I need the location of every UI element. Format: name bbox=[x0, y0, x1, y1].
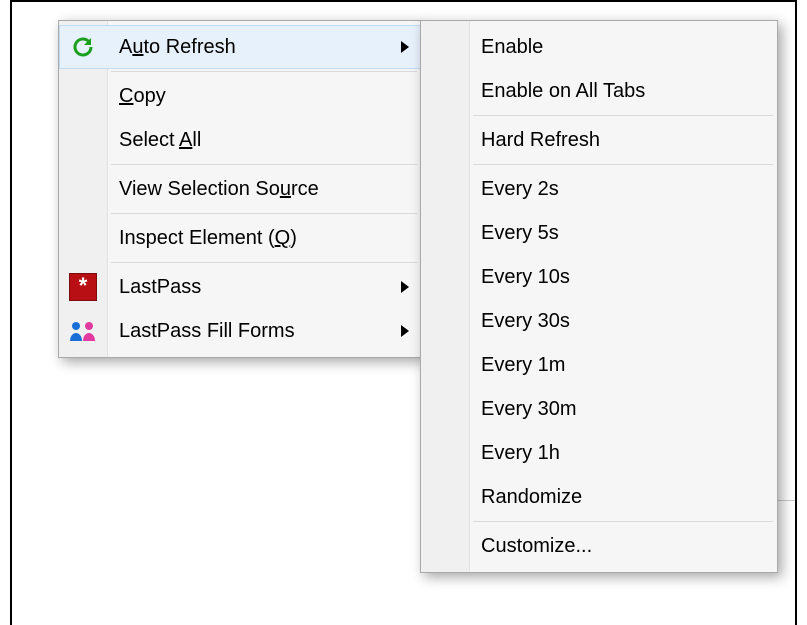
refresh-icon bbox=[69, 33, 97, 61]
submenu-item-enable[interactable]: Enable bbox=[421, 25, 777, 69]
menu-item-lastpass-fill-forms[interactable]: LastPass Fill Forms bbox=[59, 309, 421, 353]
submenu-item-every-1m[interactable]: Every 1m bbox=[421, 343, 777, 387]
menu-item-auto-refresh[interactable]: Auto Refresh bbox=[59, 25, 421, 69]
menu-item-lastpass[interactable]: * LastPass bbox=[59, 265, 421, 309]
submenu-item-every-30s[interactable]: Every 30s bbox=[421, 299, 777, 343]
menu-item-label: Randomize bbox=[481, 486, 582, 508]
menu-item-label: Every 5s bbox=[481, 222, 559, 244]
menu-item-label: Every 2s bbox=[481, 178, 559, 200]
menu-item-label: LastPass Fill Forms bbox=[119, 320, 295, 342]
submenu-item-enable-all-tabs[interactable]: Enable on All Tabs bbox=[421, 69, 777, 113]
menu-item-label: Every 1m bbox=[481, 354, 565, 376]
menu-item-label: Every 30s bbox=[481, 310, 570, 332]
submenu-item-customize[interactable]: Customize... bbox=[421, 524, 777, 568]
menu-item-inspect-element[interactable]: Inspect Element (Q) bbox=[59, 216, 421, 260]
menu-item-label: Every 30m bbox=[481, 398, 577, 420]
menu-item-copy[interactable]: Copy bbox=[59, 74, 421, 118]
menu-item-label: Every 1h bbox=[481, 442, 560, 464]
auto-refresh-submenu: Enable Enable on All Tabs Hard Refresh E… bbox=[420, 20, 778, 573]
submenu-arrow-icon bbox=[401, 281, 409, 293]
menu-separator bbox=[111, 213, 417, 214]
menu-item-label: Inspect Element (Q) bbox=[119, 227, 297, 249]
menu-item-label: Auto Refresh bbox=[119, 36, 236, 58]
submenu-item-every-10s[interactable]: Every 10s bbox=[421, 255, 777, 299]
submenu-item-hard-refresh[interactable]: Hard Refresh bbox=[421, 118, 777, 162]
submenu-item-every-1h[interactable]: Every 1h bbox=[421, 431, 777, 475]
lastpass-icon: * bbox=[69, 273, 97, 301]
menu-item-label: Customize... bbox=[481, 535, 592, 557]
menu-item-label: Enable bbox=[481, 36, 543, 58]
menu-item-select-all[interactable]: Select All bbox=[59, 118, 421, 162]
menu-item-label: Copy bbox=[119, 85, 166, 107]
submenu-item-every-2s[interactable]: Every 2s bbox=[421, 167, 777, 211]
menu-separator bbox=[111, 164, 417, 165]
context-menu: Auto Refresh Copy Select All View Select… bbox=[58, 20, 422, 358]
submenu-arrow-icon bbox=[401, 325, 409, 337]
menu-separator bbox=[473, 164, 773, 165]
submenu-arrow-icon bbox=[401, 41, 409, 53]
menu-item-label: Every 10s bbox=[481, 266, 570, 288]
submenu-item-every-5s[interactable]: Every 5s bbox=[421, 211, 777, 255]
submenu-item-every-30m[interactable]: Every 30m bbox=[421, 387, 777, 431]
menu-item-view-selection-source[interactable]: View Selection Source bbox=[59, 167, 421, 211]
people-icon bbox=[69, 317, 97, 345]
menu-item-label: LastPass bbox=[119, 276, 201, 298]
menu-separator bbox=[111, 262, 417, 263]
menu-item-label: View Selection Source bbox=[119, 178, 319, 200]
menu-separator bbox=[473, 521, 773, 522]
menu-item-label: Hard Refresh bbox=[481, 129, 600, 151]
menu-separator bbox=[473, 115, 773, 116]
submenu-item-randomize[interactable]: Randomize bbox=[421, 475, 777, 519]
menu-item-label: Enable on All Tabs bbox=[481, 80, 645, 102]
menu-item-label: Select All bbox=[119, 129, 201, 151]
menu-separator bbox=[111, 71, 417, 72]
